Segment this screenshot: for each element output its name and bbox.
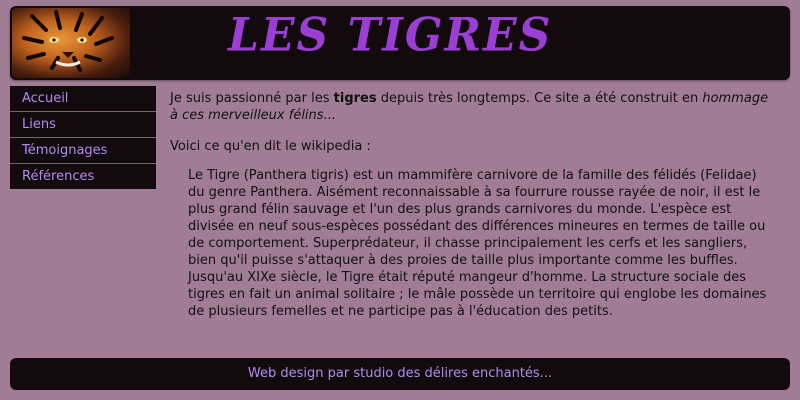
footer-credit: Web design par studio des délires enchan…	[247, 366, 553, 381]
intro-text-start: Je suis passionné par les	[170, 91, 334, 106]
nav-item-temoignages[interactable]: Témoignages	[10, 138, 156, 164]
intro-paragraph: Je suis passionné par les tigres depuis …	[170, 90, 774, 124]
intro-bold-word: tigres	[333, 91, 377, 106]
main-content: Je suis passionné par les tigres depuis …	[170, 90, 774, 320]
wikipedia-label: Voici ce qu'en dit le wikipedia :	[170, 139, 371, 154]
sidebar-nav: Accueil Liens Témoignages Références	[10, 86, 156, 189]
intro-text-middle: depuis très longtemps. Ce site a été con…	[376, 91, 703, 106]
nav-item-liens[interactable]: Liens	[10, 112, 156, 138]
site-title: LES TIGRES	[228, 8, 553, 63]
site-header: LES TIGRES	[10, 6, 790, 80]
nav-item-references[interactable]: Références	[10, 164, 156, 189]
tiger-logo-image	[12, 8, 130, 78]
nav-item-accueil[interactable]: Accueil	[10, 86, 156, 112]
wikipedia-quote: Le Tigre (Panthera tigris) est un mammif…	[188, 168, 767, 319]
site-footer: Web design par studio des délires enchan…	[10, 358, 790, 390]
